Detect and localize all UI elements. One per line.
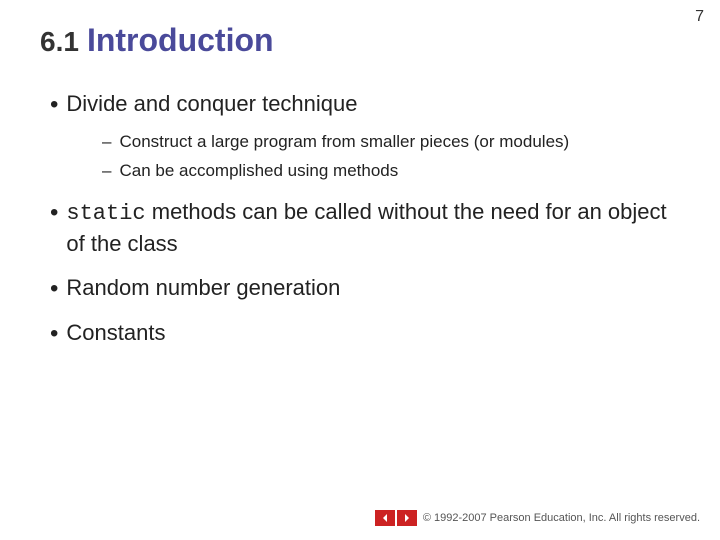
slide-title: 6.1 Introduction (0, 0, 720, 69)
copyright-text: © 1992-2007 Pearson Education, Inc. All … (423, 512, 700, 524)
sub-bullets-1: – Construct a large program from smaller… (102, 130, 670, 183)
footer: © 1992-2007 Pearson Education, Inc. All … (375, 510, 700, 526)
footer-nav[interactable] (375, 510, 417, 526)
bullet-dot-4: • (50, 318, 58, 349)
bullet-1: • Divide and conquer technique (50, 89, 670, 120)
bullet-dot-3: • (50, 273, 58, 304)
bullet-4-text: Constants (66, 318, 165, 348)
bullet-4: • Constants (50, 318, 670, 349)
sub-bullet-1-1: – Construct a large program from smaller… (102, 130, 670, 155)
sub-bullet-1-2-text: Can be accomplished using methods (119, 159, 398, 184)
next-button[interactable] (397, 510, 417, 526)
sub-bullet-1-1-text: Construct a large program from smaller p… (119, 130, 569, 155)
slide-content: • Divide and conquer technique – Constru… (0, 69, 720, 383)
sub-dash-1: – (102, 130, 111, 155)
page-number: 7 (695, 8, 704, 26)
prev-button[interactable] (375, 510, 395, 526)
slide: 7 6.1 Introduction • Divide and conquer … (0, 0, 720, 540)
bullet-3: • Random number generation (50, 273, 670, 304)
bullet-1-text: Divide and conquer technique (66, 89, 357, 119)
static-keyword: static (66, 201, 145, 226)
bullet-dot-2: • (50, 197, 58, 228)
bullet-2-suffix: methods can be called without the need f… (66, 199, 666, 256)
bullet-2-text: static methods can be called without the… (66, 197, 670, 258)
bullet-2: • static methods can be called without t… (50, 197, 670, 258)
bullet-3-text: Random number generation (66, 273, 340, 303)
title-number: 6.1 (40, 26, 79, 58)
title-text: Introduction (87, 22, 274, 59)
sub-bullet-1-2: – Can be accomplished using methods (102, 159, 670, 184)
bullet-dot-1: • (50, 89, 58, 120)
sub-dash-2: – (102, 159, 111, 184)
